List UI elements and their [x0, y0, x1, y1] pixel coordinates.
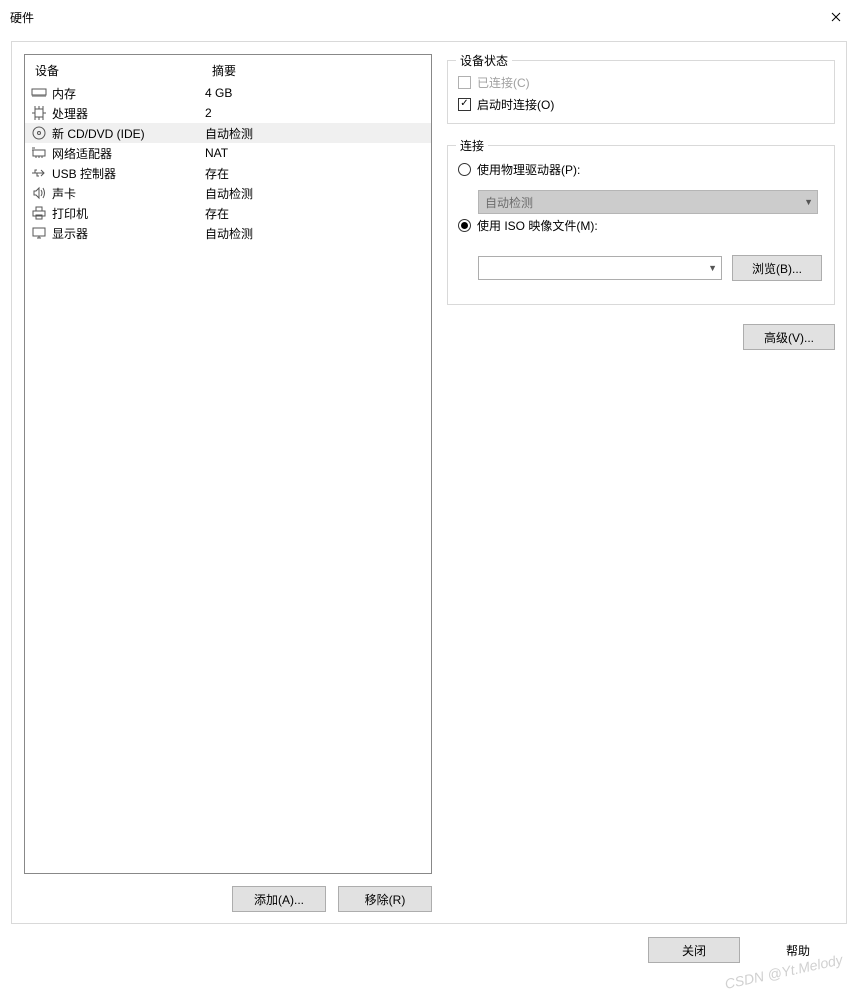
- connection-legend: 连接: [456, 137, 488, 154]
- device-row[interactable]: USB 控制器 存在: [25, 163, 431, 183]
- chevron-down-icon: ▼: [804, 197, 813, 207]
- header-device: 设备: [25, 60, 202, 79]
- device-name: 打印机: [52, 205, 88, 222]
- device-summary: 存在: [202, 205, 431, 222]
- device-summary: 自动检测: [202, 225, 431, 242]
- window-title: 硬件: [10, 9, 34, 26]
- physical-drive-combo-value: 自动检测: [485, 194, 533, 211]
- help-button[interactable]: 帮助: [752, 937, 844, 963]
- memory-icon: [31, 85, 47, 101]
- physical-drive-combo: 自动检测 ▼: [478, 190, 818, 214]
- device-row[interactable]: 新 CD/DVD (IDE) 自动检测: [25, 123, 431, 143]
- device-row[interactable]: 内存 4 GB: [25, 83, 431, 103]
- device-name: 网络适配器: [52, 145, 112, 162]
- display-icon: [31, 225, 47, 241]
- device-name: 处理器: [52, 105, 88, 122]
- device-list: 设备 摘要 内存4 GB处理器2新 CD/DVD (IDE)自动检测网络适配器N…: [24, 54, 432, 874]
- device-status-group: 设备状态 已连接(C) ✓ 启动时连接(O): [447, 60, 835, 124]
- usb-icon: [31, 165, 47, 181]
- close-icon[interactable]: [824, 6, 848, 28]
- connect-poweron-checkbox[interactable]: ✓: [458, 98, 471, 111]
- connected-checkbox-row: 已连接(C): [448, 71, 834, 93]
- connect-poweron-checkbox-row[interactable]: ✓ 启动时连接(O): [448, 93, 834, 115]
- iso-file-radio-row[interactable]: 使用 ISO 映像文件(M):: [448, 214, 834, 236]
- device-row[interactable]: 网络适配器 NAT: [25, 143, 431, 163]
- close-button[interactable]: 关闭: [648, 937, 740, 963]
- device-row[interactable]: 处理器 2: [25, 103, 431, 123]
- connected-label: 已连接(C): [477, 74, 530, 91]
- device-summary: 4 GB: [202, 86, 431, 100]
- iso-file-radio[interactable]: [458, 219, 471, 232]
- iso-file-label: 使用 ISO 映像文件(M):: [477, 217, 598, 234]
- device-summary: 2: [202, 106, 431, 120]
- hardware-panel: 设备 摘要 内存4 GB处理器2新 CD/DVD (IDE)自动检测网络适配器N…: [11, 41, 847, 924]
- device-name: 显示器: [52, 225, 88, 242]
- device-name: 新 CD/DVD (IDE): [52, 125, 145, 142]
- device-summary: NAT: [202, 146, 431, 160]
- cpu-icon: [31, 105, 47, 121]
- connected-checkbox: [458, 76, 471, 89]
- browse-button[interactable]: 浏览(B)...: [732, 255, 822, 281]
- connection-group: 连接 使用物理驱动器(P): 自动检测 ▼ 使用 ISO 映像文件(M): ▼ …: [447, 145, 835, 305]
- device-summary: 存在: [202, 165, 431, 182]
- device-name: 声卡: [52, 185, 76, 202]
- device-name: 内存: [52, 85, 76, 102]
- device-summary: 自动检测: [202, 125, 431, 142]
- remove-button[interactable]: 移除(R): [338, 886, 432, 912]
- device-row[interactable]: 显示器 自动检测: [25, 223, 431, 243]
- device-list-header: 设备 摘要: [25, 55, 431, 83]
- physical-drive-radio[interactable]: [458, 163, 471, 176]
- dialog-footer: 关闭 帮助: [0, 937, 858, 967]
- network-icon: [31, 145, 47, 161]
- add-button[interactable]: 添加(A)...: [232, 886, 326, 912]
- chevron-down-icon[interactable]: ▼: [708, 263, 717, 273]
- device-status-legend: 设备状态: [456, 52, 512, 69]
- connect-poweron-label: 启动时连接(O): [477, 96, 554, 113]
- disc-icon: [31, 125, 47, 141]
- iso-file-combo[interactable]: ▼: [478, 256, 722, 280]
- device-summary: 自动检测: [202, 185, 431, 202]
- device-name: USB 控制器: [52, 165, 116, 182]
- physical-drive-radio-row[interactable]: 使用物理驱动器(P):: [448, 158, 834, 180]
- advanced-button[interactable]: 高级(V)...: [743, 324, 835, 350]
- header-summary: 摘要: [202, 60, 431, 79]
- device-row[interactable]: 声卡 自动检测: [25, 183, 431, 203]
- sound-icon: [31, 185, 47, 201]
- physical-drive-label: 使用物理驱动器(P):: [477, 161, 580, 178]
- printer-icon: [31, 205, 47, 221]
- device-row[interactable]: 打印机 存在: [25, 203, 431, 223]
- titlebar: 硬件: [0, 0, 858, 34]
